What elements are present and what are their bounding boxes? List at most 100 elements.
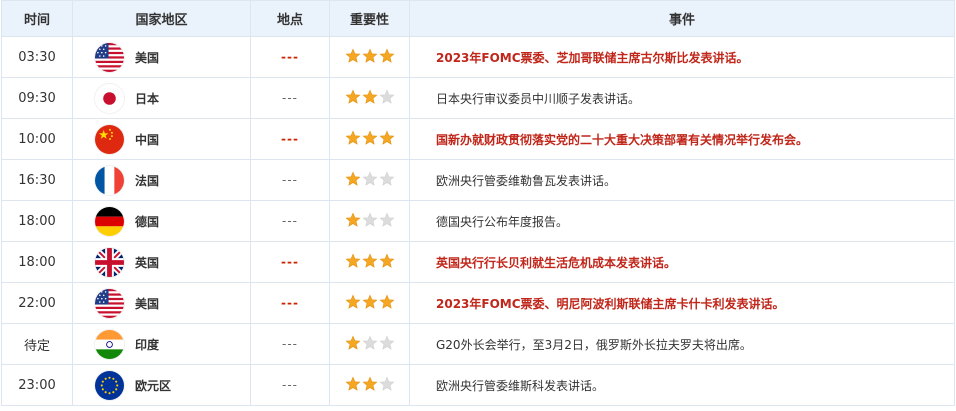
star-filled-icon — [345, 48, 361, 64]
eu-flag-icon — [95, 370, 124, 400]
country-cell: 日本 — [72, 77, 251, 119]
table-row: 18:00 德国 --- 德国央行公布年度报告。 — [1, 200, 955, 242]
column-header-time: 时间 — [1, 0, 73, 37]
country-cell: 印度 — [72, 323, 251, 365]
event-cell: 英国央行行长贝利就生活危机成本发表讲话。 — [409, 241, 955, 283]
star-filled-icon — [362, 130, 378, 146]
star-filled-icon — [345, 212, 361, 228]
importance-rating — [329, 241, 410, 283]
time-cell: 23:00 — [1, 364, 73, 406]
gb-flag-icon — [95, 247, 124, 277]
country-cell: 美国 — [72, 36, 251, 78]
table-header-row: 时间 国家地区 地点 重要性 事件 — [1, 0, 955, 37]
country-name: 中国 — [135, 132, 160, 147]
place-cell: --- — [250, 241, 330, 283]
place-cell: --- — [250, 323, 330, 365]
country-name: 欧元区 — [135, 378, 172, 393]
country-name: 英国 — [135, 255, 160, 270]
country-name: 日本 — [135, 91, 160, 106]
time-cell: 18:00 — [1, 241, 73, 283]
time-cell: 10:00 — [1, 118, 73, 160]
event-cell: 2023年FOMC票委、明尼阿波利斯联储主席卡什卡利发表讲话。 — [409, 282, 955, 324]
column-header-place: 地点 — [250, 0, 330, 37]
place-cell: --- — [250, 77, 330, 119]
star-filled-icon — [379, 130, 395, 146]
importance-rating — [329, 77, 410, 119]
time-cell: 待定 — [1, 323, 73, 365]
event-cell: 2023年FOMC票委、芝加哥联储主席古尔斯比发表讲话。 — [409, 36, 955, 78]
country-cell: 美国 — [72, 282, 251, 324]
table-row: 16:30 法国 --- 欧洲央行管委维勒鲁瓦发表讲话。 — [1, 159, 955, 201]
importance-rating — [329, 36, 410, 78]
star-filled-icon — [362, 376, 378, 392]
place-cell: --- — [250, 364, 330, 406]
place-cell: --- — [250, 159, 330, 201]
economic-calendar-table: 时间 国家地区 地点 重要性 事件 03:30 美国 --- 2023年FOMC… — [1, 0, 955, 406]
importance-rating — [329, 323, 410, 365]
star-empty-icon — [379, 89, 395, 105]
event-cell: G20外长会举行，至3月2日，俄罗斯外长拉夫罗夫将出席。 — [409, 323, 955, 365]
star-empty-icon — [362, 171, 378, 187]
table-row: 09:30 日本 --- 日本央行审议委员中川顺子发表讲话。 — [1, 77, 955, 119]
country-cell: 欧元区 — [72, 364, 251, 406]
place-cell: --- — [250, 200, 330, 242]
country-cell: 德国 — [72, 200, 251, 242]
star-filled-icon — [379, 253, 395, 269]
place-cell: --- — [250, 36, 330, 78]
table-row: 10:00 中国 --- 国新办就财政贯彻落实党的二十大重大决策部署有关情况举行… — [1, 118, 955, 160]
star-filled-icon — [345, 130, 361, 146]
event-cell: 欧洲央行管委维勒鲁瓦发表讲话。 — [409, 159, 955, 201]
star-filled-icon — [362, 253, 378, 269]
star-filled-icon — [379, 294, 395, 310]
us-flag-icon — [95, 288, 124, 318]
table-row: 03:30 美国 --- 2023年FOMC票委、芝加哥联储主席古尔斯比发表讲话… — [1, 36, 955, 78]
star-filled-icon — [345, 89, 361, 105]
time-cell: 22:00 — [1, 282, 73, 324]
country-cell: 法国 — [72, 159, 251, 201]
time-cell: 16:30 — [1, 159, 73, 201]
event-cell: 日本央行审议委员中川顺子发表讲话。 — [409, 77, 955, 119]
event-cell: 欧洲央行管委维斯科发表讲话。 — [409, 364, 955, 406]
table-row: 18:00 英国 --- 英国央行行长贝利就生活危机成本发表讲话。 — [1, 241, 955, 283]
column-header-importance: 重要性 — [329, 0, 410, 37]
country-name: 法国 — [135, 173, 160, 188]
time-cell: 18:00 — [1, 200, 73, 242]
importance-rating — [329, 364, 410, 406]
star-empty-icon — [379, 212, 395, 228]
country-name: 美国 — [135, 296, 160, 311]
star-filled-icon — [345, 171, 361, 187]
star-filled-icon — [362, 294, 378, 310]
star-empty-icon — [379, 376, 395, 392]
star-filled-icon — [345, 294, 361, 310]
importance-rating — [329, 118, 410, 160]
cn-flag-icon — [95, 124, 124, 154]
de-flag-icon — [95, 206, 124, 236]
star-filled-icon — [345, 335, 361, 351]
star-empty-icon — [379, 171, 395, 187]
fr-flag-icon — [95, 165, 124, 195]
country-name: 德国 — [135, 214, 160, 229]
jp-flag-icon — [95, 83, 124, 113]
column-header-event: 事件 — [409, 0, 955, 37]
place-cell: --- — [250, 282, 330, 324]
country-cell: 英国 — [72, 241, 251, 283]
star-filled-icon — [379, 48, 395, 64]
table-row: 23:00 欧元区 --- 欧洲央行管委维斯科发表讲话。 — [1, 364, 955, 406]
event-cell: 国新办就财政贯彻落实党的二十大重大决策部署有关情况举行发布会。 — [409, 118, 955, 160]
star-empty-icon — [362, 212, 378, 228]
star-filled-icon — [345, 253, 361, 269]
table-row: 22:00 美国 --- 2023年FOMC票委、明尼阿波利斯联储主席卡什卡利发… — [1, 282, 955, 324]
column-header-country: 国家地区 — [72, 0, 251, 37]
event-cell: 德国央行公布年度报告。 — [409, 200, 955, 242]
us-flag-icon — [95, 42, 124, 72]
star-filled-icon — [345, 376, 361, 392]
time-cell: 09:30 — [1, 77, 73, 119]
star-empty-icon — [379, 335, 395, 351]
importance-rating — [329, 282, 410, 324]
country-cell: 中国 — [72, 118, 251, 160]
in-flag-icon — [95, 329, 124, 359]
country-name: 印度 — [135, 337, 160, 352]
table-row: 待定 印度 --- G20外长会举行，至3月2日，俄罗斯外长拉夫罗夫将出席。 — [1, 323, 955, 365]
country-name: 美国 — [135, 50, 160, 65]
table-body: 03:30 美国 --- 2023年FOMC票委、芝加哥联储主席古尔斯比发表讲话… — [1, 36, 955, 406]
